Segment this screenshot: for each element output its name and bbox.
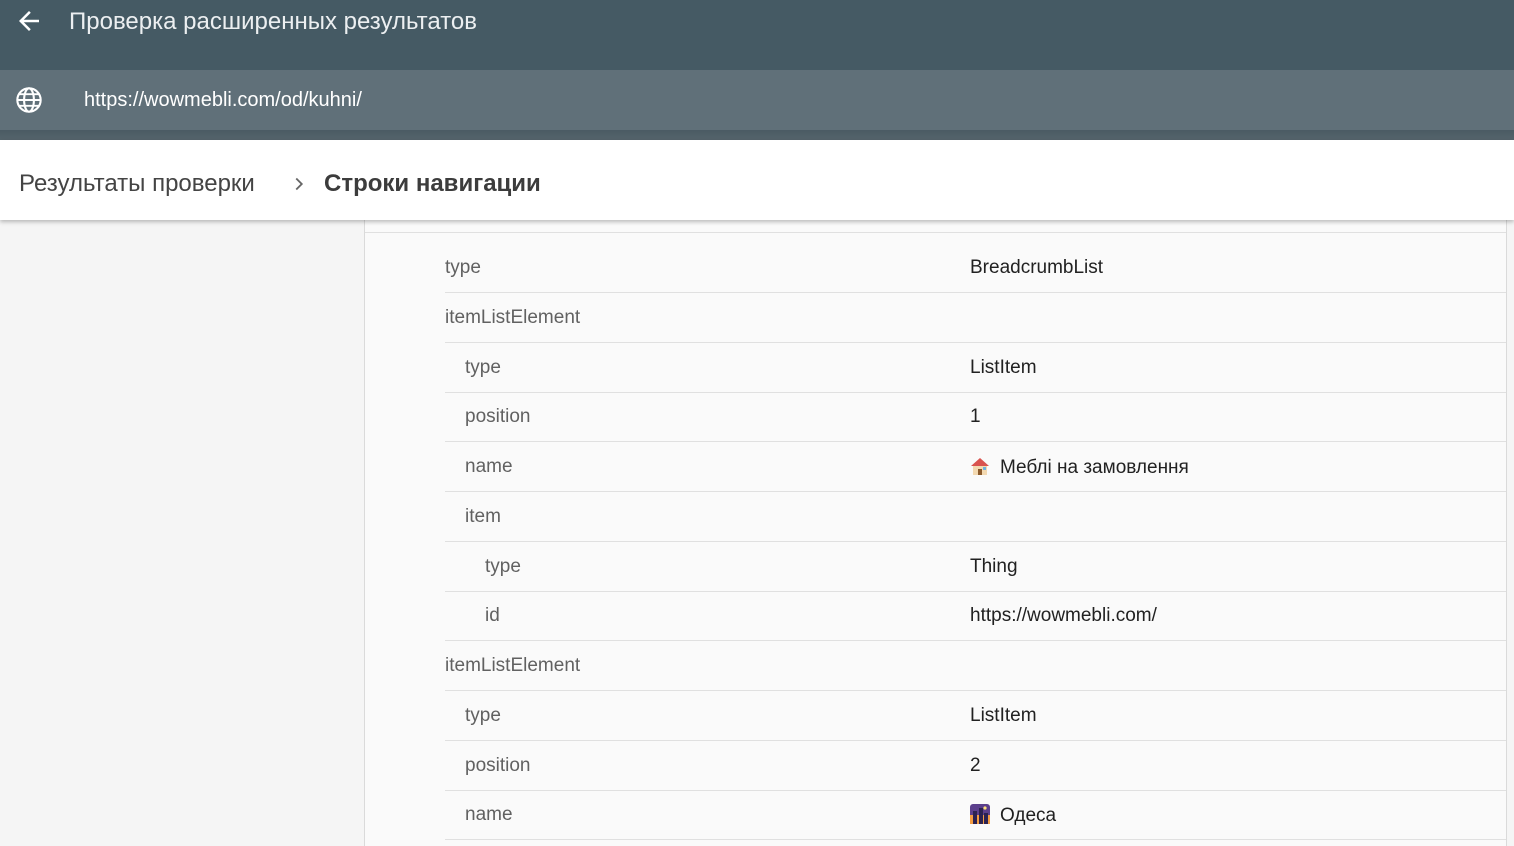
property-key: name (465, 804, 513, 825)
property-row: type Thing (445, 542, 1506, 592)
header-divider (0, 130, 1514, 140)
app-header: Проверка расширенных результатов (0, 0, 1514, 70)
property-key: id (485, 605, 500, 626)
property-row: type ListItem (445, 343, 1506, 393)
property-row: name Одеса (445, 790, 1506, 840)
breadcrumb-current: Строки навигации (324, 170, 541, 197)
property-key: type (445, 257, 481, 278)
property-value: Одеса (1000, 805, 1057, 826)
property-row: type BreadcrumbList (445, 243, 1506, 293)
property-row: position 2 (445, 741, 1506, 791)
property-value: Меблі на замовлення (1000, 457, 1189, 478)
property-row: itemListElement (445, 293, 1506, 343)
property-row: id https://wowmebli.com/ (445, 591, 1506, 641)
chevron-right-icon (295, 177, 304, 191)
house-emoji-icon (971, 458, 989, 475)
property-key: type (485, 556, 521, 577)
property-value: https://wowmebli.com/ (970, 605, 1157, 626)
panel-divider (365, 232, 1506, 233)
property-key: type (465, 357, 501, 378)
page-title: Проверка расширенных результатов (69, 8, 478, 35)
property-value: 2 (970, 755, 981, 776)
property-key: type (465, 705, 501, 726)
property-key: item (465, 506, 501, 527)
property-row: item (445, 492, 1506, 542)
property-key: name (465, 456, 513, 477)
property-row: type ListItem (445, 691, 1506, 741)
property-row: itemListElement (445, 641, 1506, 691)
property-key: position (465, 755, 531, 776)
results-sidebar (0, 220, 364, 846)
property-row: name Меблі на замовлення (445, 442, 1506, 492)
property-key: position (465, 406, 531, 427)
property-value-with-icon: Одеса (970, 804, 1056, 827)
city-night-emoji-icon (970, 804, 990, 824)
property-value: BreadcrumbList (970, 257, 1104, 278)
property-value: 1 (970, 406, 981, 427)
property-key: itemListElement (445, 655, 581, 676)
arrow-left-icon (19, 11, 39, 31)
structured-data-panel: type BreadcrumbList itemListElement type… (364, 220, 1507, 846)
back-button[interactable] (14, 6, 44, 36)
property-row: position 1 (445, 392, 1506, 442)
tested-url: https://wowmebli.com/od/kuhni/ (84, 89, 362, 111)
property-value: ListItem (970, 705, 1037, 726)
property-key: itemListElement (445, 307, 581, 328)
property-value: Thing (970, 556, 1018, 577)
breadcrumb: Результаты проверки Строки навигации (0, 140, 1514, 220)
property-value: ListItem (970, 357, 1037, 378)
globe-icon (16, 87, 42, 113)
property-value-with-icon: Меблі на замовлення (970, 456, 1189, 479)
breadcrumb-parent-link[interactable]: Результаты проверки (19, 169, 255, 199)
